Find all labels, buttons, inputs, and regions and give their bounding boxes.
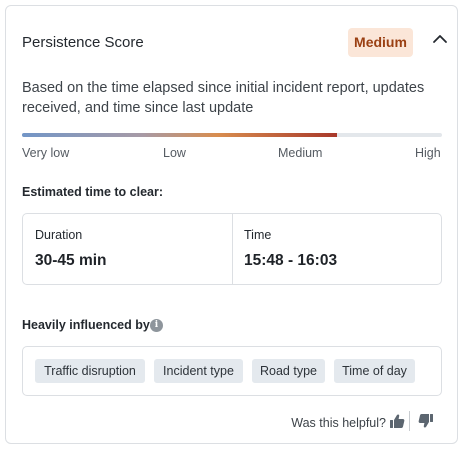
influence-tags-box: Traffic disruption Incident type Road ty… [22,346,442,396]
thumbs-down-icon[interactable] [417,412,435,430]
duration-label: Duration [35,228,83,242]
scale-label-very-low: Very low [22,146,70,160]
scale-label-high: High [415,146,441,160]
thumbs-up-icon[interactable] [388,412,406,430]
score-bar-fill [22,133,337,137]
info-icon[interactable]: i [150,319,163,332]
influence-heading: Heavily influenced by [22,318,150,332]
tag-time-of-day: Time of day [334,359,415,383]
tag-road-type: Road type [252,359,325,383]
score-description: Based on the time elapsed since initial … [22,80,425,116]
persistence-score-card: Persistence Score Medium Based on the ti… [5,5,458,444]
tag-traffic-disruption: Traffic disruption [35,359,145,383]
time-estimate-box: Duration 30-45 min Time 15:48 - 16:03 [22,213,442,285]
score-badge: Medium [348,28,413,57]
time-value: 15:48 - 16:03 [244,252,338,269]
card-title: Persistence Score [22,34,144,51]
estimate-heading: Estimated time to clear: [22,185,164,199]
score-bar [22,133,442,137]
feedback-divider [409,411,410,431]
chevron-up-icon[interactable] [429,28,451,50]
scale-label-low: Low [163,146,186,160]
time-label: Time [244,228,272,242]
tag-incident-type: Incident type [154,359,243,383]
duration-value: 30-45 min [35,252,107,269]
feedback-question: Was this helpful? [291,416,386,430]
divider [232,214,233,284]
scale-label-medium: Medium [278,146,323,160]
